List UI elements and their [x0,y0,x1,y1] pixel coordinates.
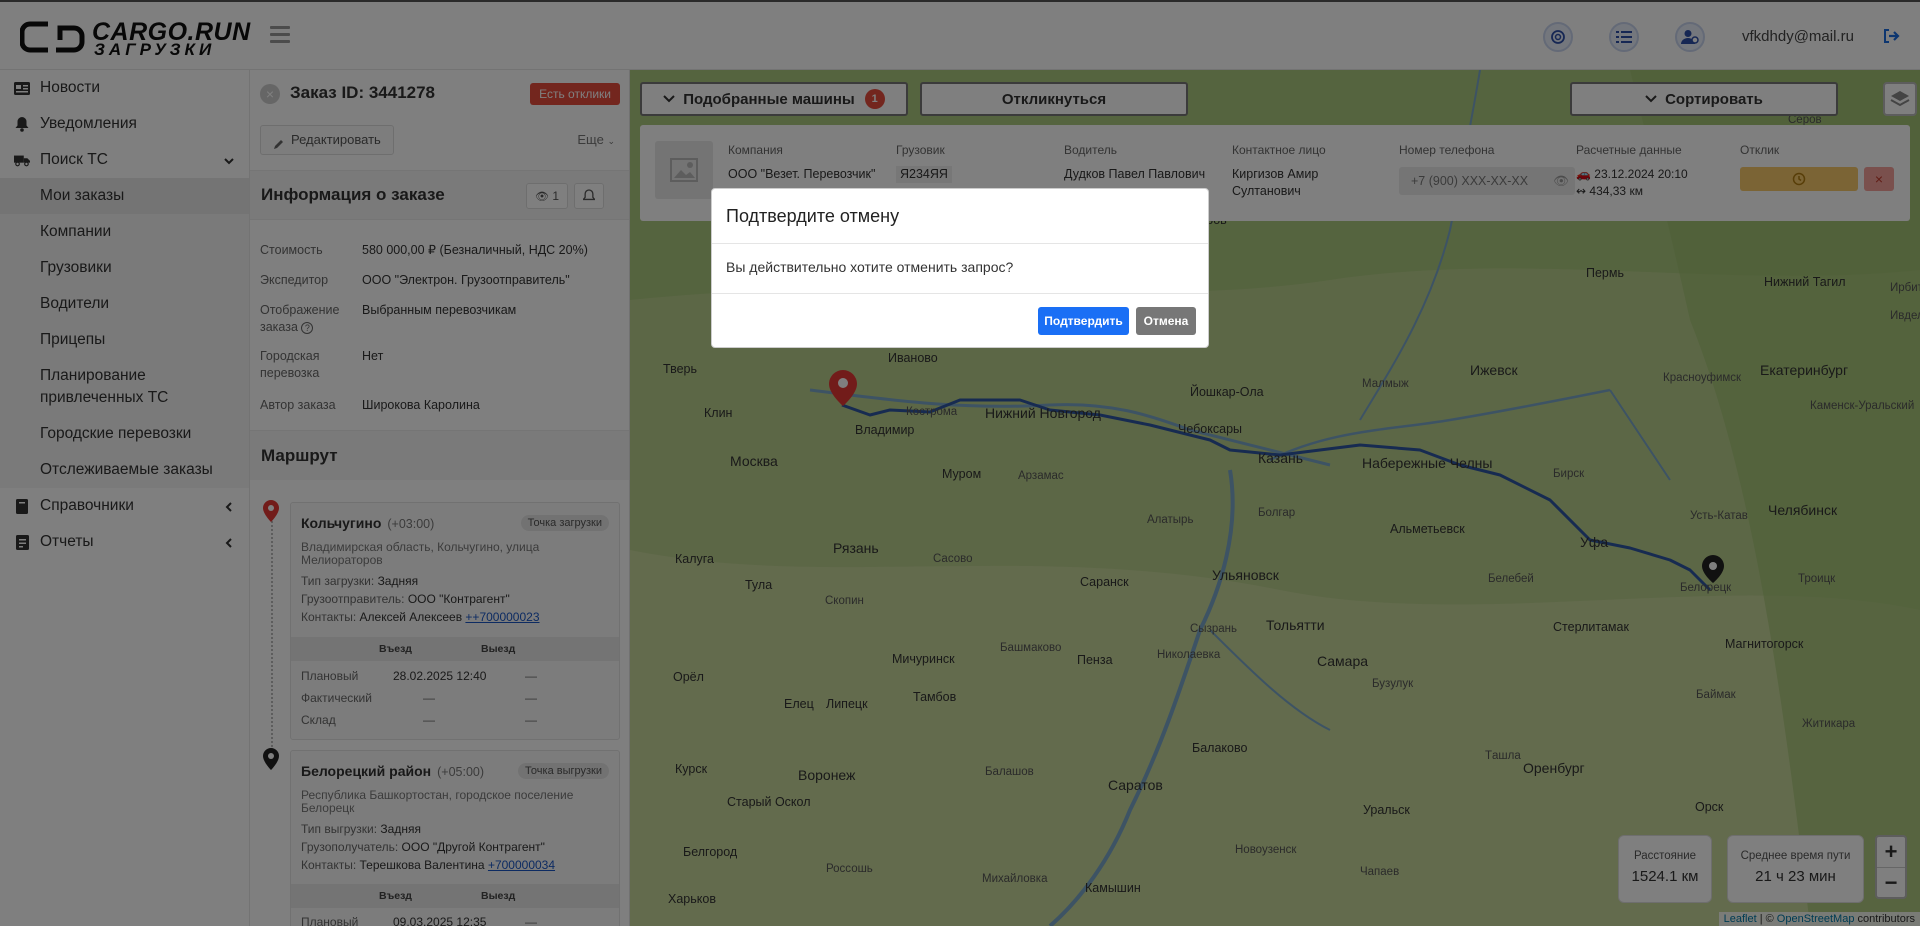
divider [712,243,1208,244]
confirm-button[interactable]: Подтвердить [1038,307,1129,335]
dialog-title: Подтвердите отмену [726,206,900,226]
cancel-confirm-dialog: Подтвердите отмену Вы действительно хоти… [711,188,1209,348]
app-root: CARGO.RUN ЗАГРУЗКИ vfkdhdy@mail.ru Новос… [0,0,1920,926]
modal-backdrop[interactable] [0,0,1920,926]
dialog-message: Вы действительно хотите отменить запрос? [726,259,1014,275]
cancel-button[interactable]: Отмена [1136,307,1196,335]
divider [712,293,1208,294]
